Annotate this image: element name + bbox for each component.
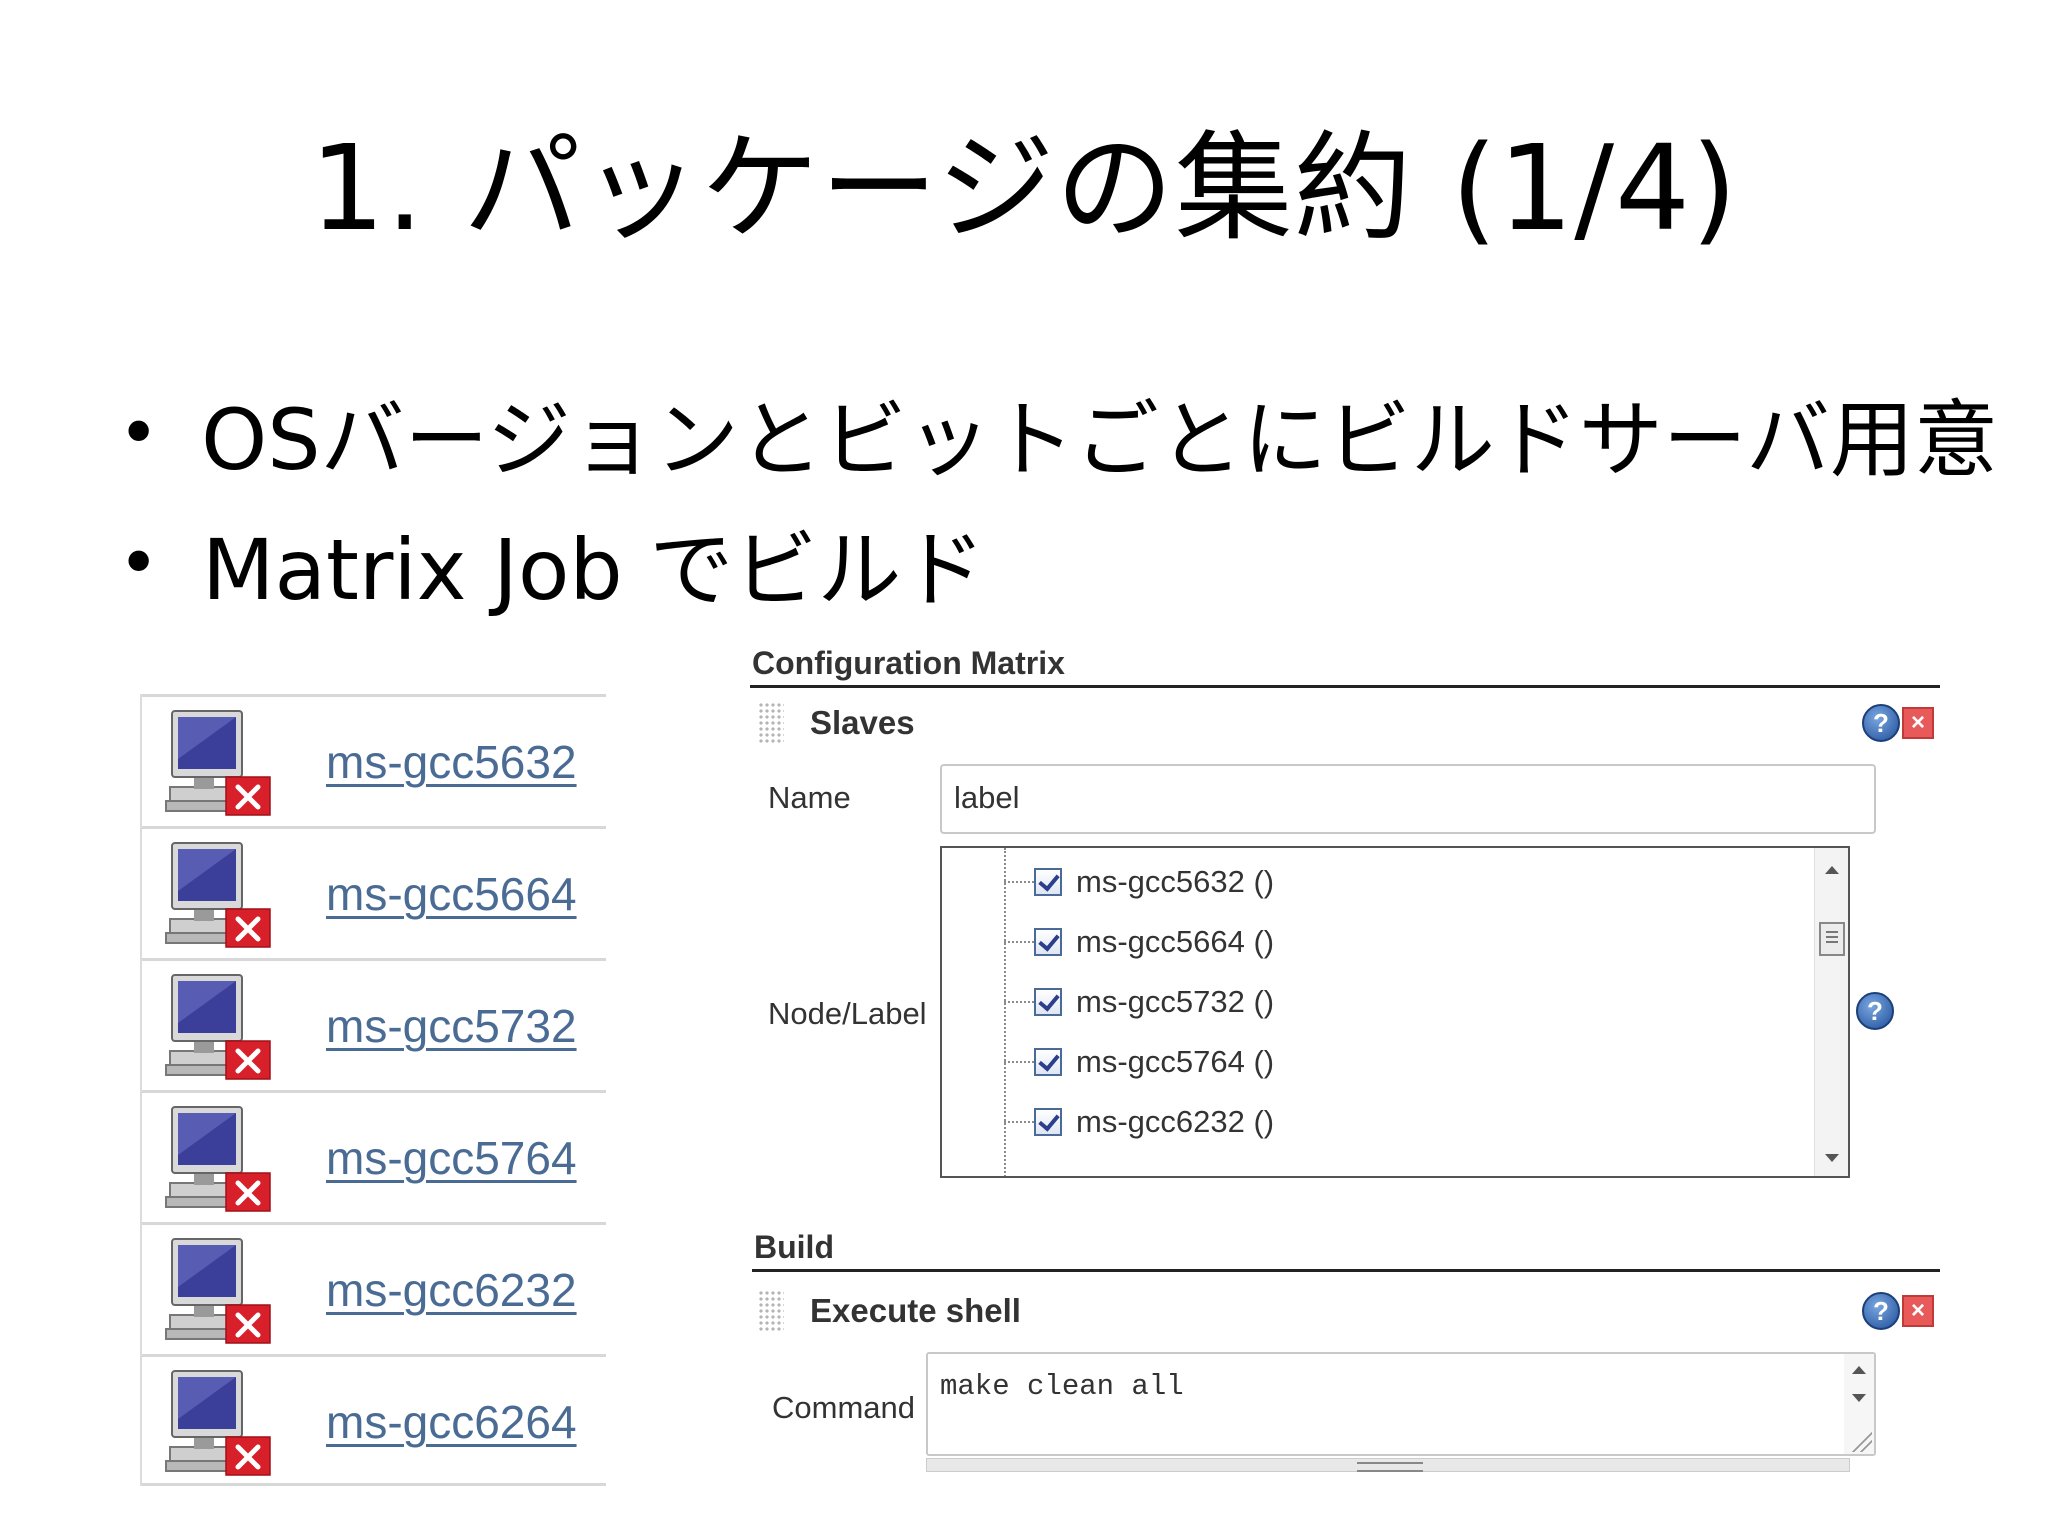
command-textarea[interactable]: make clean all — [926, 1352, 1876, 1456]
offline-computer-icon — [165, 710, 271, 816]
help-icon[interactable]: ? — [1862, 704, 1900, 742]
bullet-text: Matrix Job でビルド — [202, 520, 986, 619]
offline-computer-icon — [165, 1106, 271, 1212]
scroll-up-icon[interactable] — [1852, 1366, 1866, 1374]
node-link[interactable]: ms-gcc6264 — [326, 1395, 577, 1449]
tree-connector — [1004, 1121, 1034, 1123]
node-row: ms-gcc6232 — [142, 1222, 606, 1354]
scroll-thumb[interactable] — [1819, 922, 1845, 956]
delete-icon[interactable]: × — [1902, 707, 1934, 739]
tree-item-label: ms-gcc5764 () — [1076, 1044, 1275, 1079]
tree-connector — [1004, 1001, 1034, 1003]
node-label-tree[interactable]: ms-gcc5632 () ms-gcc5664 () ms-gcc5732 () m… — [940, 846, 1850, 1178]
node-link[interactable]: ms-gcc6232 — [326, 1263, 577, 1317]
tree-item[interactable]: ms-gcc5664 () — [1004, 920, 1274, 964]
drag-handle-icon[interactable] — [758, 702, 784, 744]
textarea-expand-handle[interactable] — [926, 1458, 1850, 1472]
node-link[interactable]: ms-gcc5732 — [326, 999, 577, 1053]
tree-item[interactable]: ms-gcc5732 () — [1004, 980, 1274, 1024]
name-label: Name — [768, 780, 851, 815]
checkbox-checked-icon[interactable] — [1034, 868, 1062, 896]
slide-title: 1. パッケージの集約 (1/4) — [309, 119, 1739, 257]
tree-item[interactable]: ms-gcc5632 () — [1004, 860, 1274, 904]
node-label-label: Node/Label — [768, 996, 927, 1031]
resize-grip-icon[interactable] — [1852, 1432, 1872, 1452]
node-row: ms-gcc5664 — [142, 826, 606, 958]
tree-connector — [1004, 941, 1034, 943]
tree-item[interactable]: ms-gcc5764 () — [1004, 1040, 1274, 1084]
node-row: ms-gcc5632 — [142, 694, 606, 826]
config-panel: Configuration Matrix Slaves ? × Name lab… — [750, 640, 1940, 1472]
drag-handle-icon[interactable] — [758, 1290, 784, 1332]
command-scrollbar[interactable] — [1844, 1354, 1874, 1454]
node-row: ms-gcc5764 — [142, 1090, 606, 1222]
checkbox-checked-icon[interactable] — [1034, 988, 1062, 1016]
checkbox-checked-icon[interactable] — [1034, 1108, 1062, 1136]
tree-connector — [1004, 881, 1034, 883]
node-row: ms-gcc6264 — [142, 1354, 606, 1486]
command-text: make clean all — [940, 1370, 1184, 1403]
node-row: ms-gcc5732 — [142, 958, 606, 1090]
scroll-up-icon[interactable] — [1825, 866, 1839, 874]
tree-connector — [1004, 1061, 1034, 1063]
command-label: Command — [772, 1390, 915, 1425]
bullet-dot: • — [118, 392, 160, 474]
tree-item-label: ms-gcc5664 () — [1076, 924, 1275, 959]
scroll-down-icon[interactable] — [1852, 1394, 1866, 1402]
offline-computer-icon — [165, 842, 271, 948]
node-label-help-icon[interactable]: ? — [1856, 992, 1894, 1030]
bullet-item: • Matrix Job でビルド — [118, 498, 1998, 628]
slaves-title: Slaves — [810, 704, 915, 741]
offline-computer-icon — [165, 974, 271, 1080]
tree-item[interactable]: ms-gcc6232 () — [1004, 1100, 1274, 1144]
offline-computer-icon — [165, 1238, 271, 1344]
node-link[interactable]: ms-gcc5664 — [326, 867, 577, 921]
bullet-item: • OSバージョンとビットごとにビルドサーバ用意 — [118, 368, 1998, 498]
node-link[interactable]: ms-gcc5632 — [326, 735, 577, 789]
bullet-dot: • — [118, 522, 160, 604]
execute-shell-title: Execute shell — [810, 1292, 1021, 1329]
node-link[interactable]: ms-gcc5764 — [326, 1131, 577, 1185]
tree-item-label: ms-gcc6232 () — [1076, 1104, 1275, 1139]
tree-scrollbar[interactable] — [1814, 848, 1848, 1176]
checkbox-checked-icon[interactable] — [1034, 928, 1062, 956]
tree-item-label: ms-gcc5632 () — [1076, 864, 1275, 899]
build-heading: Build — [752, 1224, 1940, 1272]
configuration-matrix-heading: Configuration Matrix — [750, 640, 1940, 688]
offline-computer-icon — [165, 1370, 271, 1476]
node-list: ms-gcc5632 ms-gcc5664 ms-gcc5732 ms-gcc5764… — [140, 694, 606, 1486]
axis-name-input[interactable]: label — [940, 764, 1876, 834]
help-icon[interactable]: ? — [1862, 1292, 1900, 1330]
bullet-text: OSバージョンとビットごとにビルドサーバ用意 — [201, 390, 1998, 489]
scroll-down-icon[interactable] — [1825, 1154, 1839, 1162]
checkbox-checked-icon[interactable] — [1034, 1048, 1062, 1076]
delete-icon[interactable]: × — [1902, 1295, 1934, 1327]
tree-item-label: ms-gcc5732 () — [1076, 984, 1275, 1019]
slaves-axis-header: Slaves ? × — [750, 688, 1940, 758]
execute-shell-header: Execute shell ? × — [750, 1276, 1940, 1346]
bullet-list: • OSバージョンとビットごとにビルドサーバ用意 • Matrix Job でビ… — [118, 368, 1998, 628]
